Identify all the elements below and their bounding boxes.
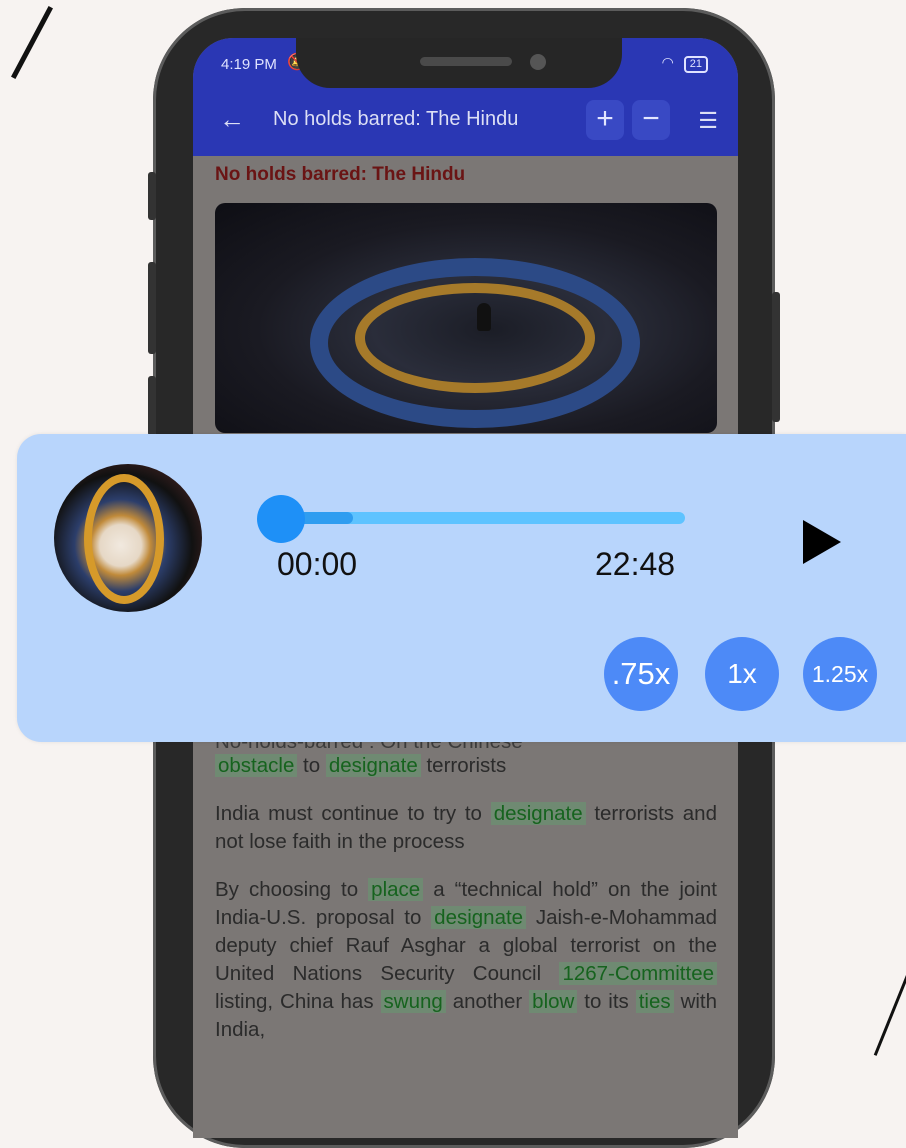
app-bar: ← No holds barred: The Hindu + − ☰	[193, 86, 738, 156]
background-stroke-top-left	[11, 6, 53, 79]
speed-button-075[interactable]: .75x	[604, 637, 678, 711]
photo-ring-inner	[355, 283, 595, 393]
keyword[interactable]: swung	[380, 990, 446, 1013]
current-time: 00:00	[277, 546, 358, 582]
keyword[interactable]: obstacle	[215, 754, 298, 777]
status-right: ◠ 21	[662, 54, 708, 73]
seek-handle[interactable]	[257, 495, 305, 543]
audio-player: 00:00 22:48 .75x 1x 1.25x	[17, 434, 906, 742]
speed-button-1[interactable]: 1x	[705, 637, 779, 711]
wifi-icon: ◠	[661, 54, 674, 70]
play-icon[interactable]	[803, 520, 841, 564]
list-icon[interactable]: ☰	[698, 108, 718, 134]
thumbnail-ring	[84, 474, 164, 604]
total-time: 22:48	[595, 546, 676, 582]
article-subheading: obstacle to designate terrorists	[215, 752, 717, 780]
keyword[interactable]: 1267-Committee	[559, 962, 717, 985]
battery-icon: 21	[683, 56, 708, 73]
keyword[interactable]: designate	[325, 754, 421, 777]
zoom-out-button[interactable]: −	[632, 100, 670, 140]
article-paragraph: By choosing to place a “technical hold” …	[215, 878, 718, 1041]
phone-speaker	[420, 57, 512, 66]
background-stroke-bottom-right	[873, 897, 906, 1056]
photo-figure	[477, 303, 491, 331]
app-title: No holds barred: The Hindu	[273, 108, 519, 130]
speed-button-125[interactable]: 1.25x	[803, 637, 877, 711]
zoom-in-button[interactable]: +	[586, 100, 624, 140]
article-body: No-holds-barred : On the Chinese obstacl…	[215, 728, 717, 1064]
council-chamber-photo	[215, 203, 717, 433]
keyword[interactable]: place	[368, 878, 424, 901]
phone-side-button	[148, 172, 156, 220]
keyword[interactable]: blow	[529, 990, 578, 1013]
keyword[interactable]: ties	[635, 990, 674, 1013]
article-heading: No holds barred: The Hindu	[215, 164, 466, 185]
article-paragraph: India must continue to try to designate …	[215, 802, 717, 853]
phone-side-button	[148, 262, 156, 354]
phone-side-button	[148, 376, 156, 436]
keyword[interactable]: designate	[431, 906, 527, 929]
phone-side-button	[772, 292, 780, 422]
phone-camera	[530, 54, 546, 70]
episode-thumbnail	[54, 464, 202, 612]
arrow-left-icon[interactable]: ←	[219, 104, 245, 135]
keyword[interactable]: designate	[490, 802, 586, 825]
seek-bar[interactable]	[280, 512, 685, 524]
status-time: 4:19 PM	[221, 56, 277, 73]
